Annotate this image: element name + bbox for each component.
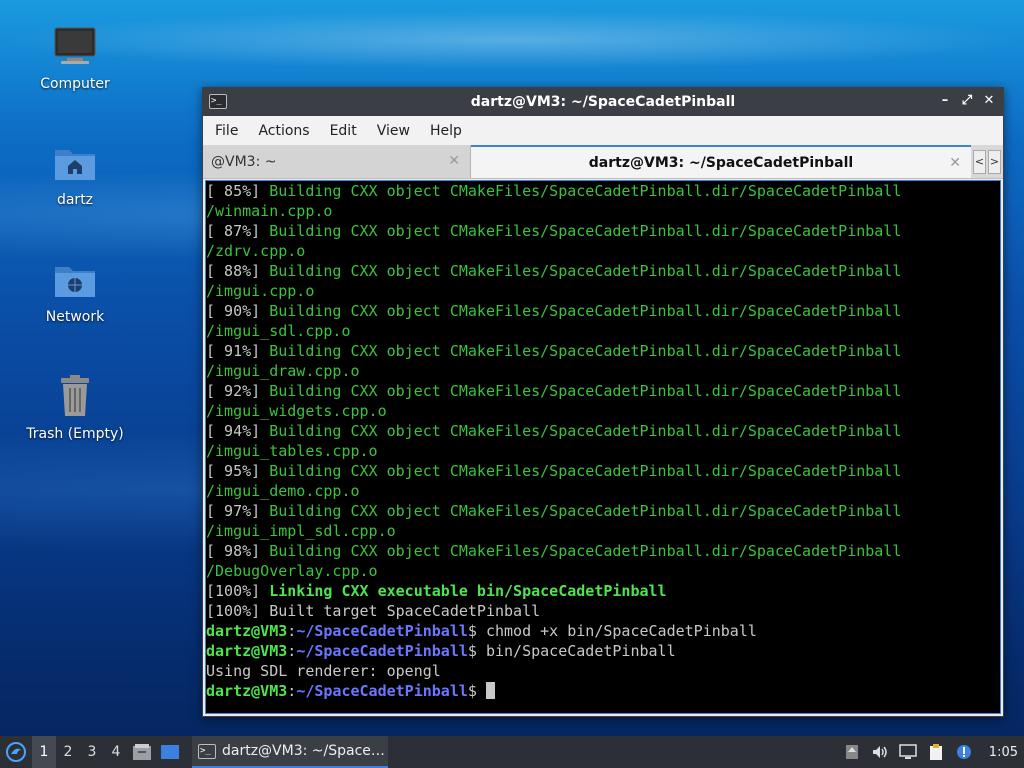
desktop-icon-computer[interactable]: Computer xyxy=(20,22,130,92)
update-notifier-icon[interactable] xyxy=(843,743,861,761)
menubar: File Actions Edit View Help xyxy=(203,116,1003,145)
notification-icon[interactable] xyxy=(955,743,973,761)
menu-help[interactable]: Help xyxy=(422,123,470,139)
desktop-icon-trash[interactable]: Trash (Empty) xyxy=(20,372,130,442)
lxqt-logo-icon xyxy=(6,742,26,762)
terminal-line: /winmain.cpp.o xyxy=(206,202,333,220)
tab-home[interactable]: @VM3: ~ ✕ xyxy=(203,145,471,178)
menu-view[interactable]: View xyxy=(369,123,418,139)
terminal-app-icon: >_ xyxy=(209,94,227,109)
file-manager-launcher[interactable] xyxy=(128,736,156,768)
terminal-icon: >_ xyxy=(198,743,216,759)
terminal-line: [ 95%] Building CXX object CMakeFiles/Sp… xyxy=(206,462,902,480)
terminal-line: [ 91%] Building CXX object CMakeFiles/Sp… xyxy=(206,342,902,360)
window-title: dartz@VM3: ~/SpaceCadetPinball xyxy=(470,94,736,110)
workspace-4[interactable]: 4 xyxy=(104,736,128,768)
desktop-icon xyxy=(161,745,179,759)
workspace-3[interactable]: 3 xyxy=(80,736,104,768)
desktop-icon-home[interactable]: dartz xyxy=(20,138,130,208)
minimize-button[interactable]: – xyxy=(937,92,953,110)
taskbar: 1 2 3 4 >_ dartz@VM3: ~/Space… 1:05 xyxy=(0,736,1024,768)
terminal-output[interactable]: [ 85%] Building CXX object CMakeFiles/Sp… xyxy=(205,180,1001,714)
terminal-prompt-line: dartz@VM3:~/SpaceCadetPinball$ xyxy=(206,681,1000,701)
system-tray: 1:05 xyxy=(843,743,1024,761)
terminal-line: /zdrv.cpp.o xyxy=(206,242,306,260)
desktop-icon-label: Network xyxy=(45,309,105,325)
terminal-line: [ 87%] Building CXX object CMakeFiles/Sp… xyxy=(206,222,902,240)
desktop-icon-label: Computer xyxy=(40,76,110,92)
terminal-line: /imgui_impl_sdl.cpp.o xyxy=(206,522,396,540)
terminal-line: [ 85%] Building CXX object CMakeFiles/Sp… xyxy=(206,182,902,200)
terminal-line: [ 98%] Building CXX object CMakeFiles/Sp… xyxy=(206,542,902,560)
workspace-2[interactable]: 2 xyxy=(56,736,80,768)
tab-prev-button[interactable]: < xyxy=(973,149,986,174)
terminal-line: [100%] Linking CXX executable bin/SpaceC… xyxy=(206,582,667,600)
workspace-1[interactable]: 1 xyxy=(32,736,56,768)
show-desktop-button[interactable] xyxy=(156,736,184,768)
tab-spacecadetpinball[interactable]: dartz@VM3: ~/SpaceCadetPinball ✕ xyxy=(471,145,971,178)
trash-icon xyxy=(51,372,99,420)
maximize-button[interactable]: ⤢ xyxy=(959,92,975,110)
volume-icon[interactable] xyxy=(871,743,889,761)
terminal-line: [ 88%] Building CXX object CMakeFiles/Sp… xyxy=(206,262,902,280)
terminal-line: /imgui_tables.cpp.o xyxy=(206,442,378,460)
menu-file[interactable]: File xyxy=(207,123,246,139)
tab-close-button[interactable]: ✕ xyxy=(949,155,961,171)
terminal-line: /DebugOverlay.cpp.o xyxy=(206,562,378,580)
taskbar-task-terminal[interactable]: >_ dartz@VM3: ~/Space… xyxy=(192,736,388,768)
terminal-prompt-line: dartz@VM3:~/SpaceCadetPinball$ bin/Space… xyxy=(206,642,676,660)
terminal-line: /imgui_sdl.cpp.o xyxy=(206,322,351,340)
terminal-line: /imgui_draw.cpp.o xyxy=(206,362,360,380)
clipboard-icon[interactable] xyxy=(927,743,945,761)
menu-actions[interactable]: Actions xyxy=(250,123,317,139)
window-titlebar[interactable]: >_ dartz@VM3: ~/SpaceCadetPinball – ⤢ ✕ xyxy=(203,88,1003,116)
tab-label: dartz@VM3: ~/SpaceCadetPinball xyxy=(588,154,854,171)
clock[interactable]: 1:05 xyxy=(989,745,1018,760)
tab-bar: @VM3: ~ ✕ dartz@VM3: ~/SpaceCadetPinball… xyxy=(203,145,1003,179)
desktop-icon-label: dartz xyxy=(56,192,94,208)
wallpaper-highlight xyxy=(0,10,1024,70)
tab-close-button[interactable]: ✕ xyxy=(448,153,460,169)
home-folder-icon xyxy=(51,138,99,186)
tab-next-button[interactable]: > xyxy=(988,149,1001,174)
menu-edit[interactable]: Edit xyxy=(322,123,365,139)
computer-icon xyxy=(51,22,99,70)
file-manager-icon xyxy=(133,744,151,760)
close-button[interactable]: ✕ xyxy=(981,92,997,110)
desktop-icon-label: Trash (Empty) xyxy=(26,426,124,442)
task-label: dartz@VM3: ~/Space… xyxy=(222,743,385,759)
network-icon[interactable] xyxy=(899,743,917,761)
terminal-line: /imgui_widgets.cpp.o xyxy=(206,402,387,420)
terminal-line: [100%] Built target SpaceCadetPinball xyxy=(206,602,541,620)
terminal-line: [ 97%] Building CXX object CMakeFiles/Sp… xyxy=(206,502,902,520)
tab-label: @VM3: ~ xyxy=(211,153,277,170)
network-folder-icon xyxy=(51,255,99,303)
desktop-icon-network[interactable]: Network xyxy=(20,255,130,325)
terminal-prompt-line: dartz@VM3:~/SpaceCadetPinball$ chmod +x … xyxy=(206,622,757,640)
start-menu-button[interactable] xyxy=(0,736,32,768)
terminal-line: [ 92%] Building CXX object CMakeFiles/Sp… xyxy=(206,382,902,400)
terminal-line: /imgui_demo.cpp.o xyxy=(206,482,360,500)
terminal-line: [ 94%] Building CXX object CMakeFiles/Sp… xyxy=(206,422,902,440)
terminal-window: >_ dartz@VM3: ~/SpaceCadetPinball – ⤢ ✕ … xyxy=(202,87,1004,717)
terminal-line: Using SDL renderer: opengl xyxy=(206,662,441,680)
terminal-line: [ 90%] Building CXX object CMakeFiles/Sp… xyxy=(206,302,902,320)
terminal-line: /imgui.cpp.o xyxy=(206,282,315,300)
terminal-cursor xyxy=(485,682,495,699)
